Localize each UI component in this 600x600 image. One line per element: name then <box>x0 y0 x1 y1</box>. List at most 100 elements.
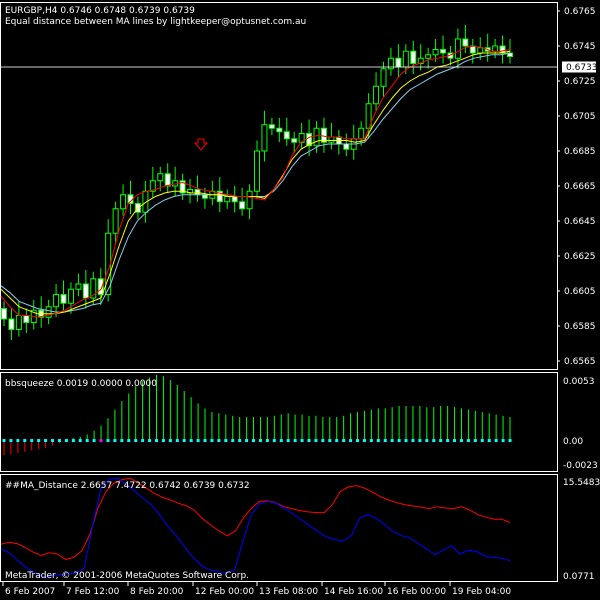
price-tick-label: 0.6705 <box>564 112 596 122</box>
candle-body <box>343 143 350 150</box>
ma-distance-blue-line <box>0 477 511 578</box>
squeeze-dot <box>2 439 6 443</box>
price-chart[interactable] <box>0 25 513 340</box>
squeeze-dot <box>342 439 346 443</box>
candle-body <box>261 124 268 152</box>
candle-body <box>373 85 380 105</box>
squeeze-dot <box>44 439 48 443</box>
bbsqueeze-axis-top: 0.0053 <box>563 377 595 387</box>
squeeze-dot <box>453 439 457 443</box>
candle-body <box>75 283 82 290</box>
time-axis: 6 Feb 2007 7 Feb 12:00 8 Feb 20:00 12 Feb 0… <box>2 582 511 597</box>
time-tick-label: 16 Feb 00:00 <box>387 587 446 597</box>
squeeze-dot <box>57 439 61 443</box>
candle-body <box>276 127 283 133</box>
squeeze-dot <box>217 439 221 443</box>
squeeze-dot <box>182 439 186 443</box>
squeeze-dot <box>252 439 256 443</box>
current-price-label: 0.6733 <box>566 63 598 73</box>
squeeze-dot <box>279 439 283 443</box>
squeeze-dot <box>245 439 249 443</box>
squeeze-dot <box>258 439 262 443</box>
squeeze-dot <box>307 439 311 443</box>
squeeze-dot <box>30 439 34 443</box>
time-tick-label: 8 Feb 20:00 <box>130 587 184 597</box>
squeeze-dot <box>113 439 117 443</box>
candle-body <box>246 190 253 210</box>
squeeze-dot <box>425 439 429 443</box>
squeeze-dot <box>203 439 207 443</box>
candle-body <box>283 131 290 140</box>
candle-body <box>380 68 387 87</box>
squeeze-dot <box>494 439 498 443</box>
squeeze-dot <box>383 439 387 443</box>
symbol-line: EURGBP,H4 0.6746 0.6748 0.6739 0.6739 <box>5 6 195 16</box>
time-tick-label: 7 Feb 12:00 <box>66 587 120 597</box>
candle-body <box>60 294 67 304</box>
squeeze-dot <box>71 439 75 443</box>
squeeze-dot <box>85 439 89 443</box>
candle-body <box>328 136 335 143</box>
squeeze-dot <box>51 439 55 443</box>
ma-distance-axis-bottom: 0.0771 <box>563 572 595 582</box>
time-tick-label: 13 Feb 08:00 <box>259 587 318 597</box>
squeeze-dot <box>286 439 290 443</box>
price-tick-label: 0.6645 <box>564 217 596 227</box>
squeeze-dot <box>161 439 165 443</box>
candle-body <box>313 127 320 147</box>
squeeze-dot <box>196 439 200 443</box>
squeeze-dot <box>127 439 131 443</box>
candle-body <box>67 288 74 304</box>
price-tick-label: 0.6605 <box>564 287 596 297</box>
candle-body <box>291 138 298 143</box>
squeeze-dot <box>265 439 269 443</box>
candle-body <box>462 38 469 47</box>
squeeze-dot <box>501 439 505 443</box>
candle-body <box>358 127 365 140</box>
candle-body <box>224 196 231 203</box>
price-tick-label: 0.6665 <box>564 182 596 192</box>
squeeze-dot <box>411 439 415 443</box>
candle-body <box>194 189 201 196</box>
squeeze-dot <box>397 439 401 443</box>
time-tick-label: 6 Feb 2007 <box>5 587 55 597</box>
squeeze-dot <box>473 439 477 443</box>
bbsqueeze-label: bbsqueeze 0.0019 0.0000 0.0000 <box>5 379 157 389</box>
squeeze-dot <box>356 439 360 443</box>
price-tick-label: 0.6585 <box>564 322 596 332</box>
squeeze-dot <box>293 439 297 443</box>
candle-body <box>1 308 7 320</box>
squeeze-dot <box>37 439 41 443</box>
squeeze-dot <box>189 439 193 443</box>
price-axis: 0.6765 0.6745 0.6725 0.6705 0.6685 0.6665 0.66… <box>557 7 596 367</box>
squeeze-dot <box>328 439 332 443</box>
candle-body <box>440 49 447 54</box>
squeeze-dot <box>99 439 103 443</box>
squeeze-dot <box>141 439 145 443</box>
chart-canvas: EURGBP,H4 0.6746 0.6748 0.6739 0.6739 Eq… <box>0 2 600 597</box>
squeeze-dot <box>459 439 463 443</box>
squeeze-dot <box>92 439 96 443</box>
indicator-line: Equal distance between MA lines by light… <box>5 17 306 27</box>
squeeze-dot <box>210 439 214 443</box>
candle-body <box>23 315 30 323</box>
squeeze-dot <box>349 439 353 443</box>
squeeze-dot <box>23 439 27 443</box>
candle-body <box>425 54 432 59</box>
squeeze-dot <box>404 439 408 443</box>
price-tick-label: 0.6565 <box>564 357 596 367</box>
price-tick-label: 0.6765 <box>564 7 596 17</box>
time-tick-label: 14 Feb 16:00 <box>324 587 383 597</box>
squeeze-dot <box>335 439 339 443</box>
ma-distance-lines[interactable] <box>0 477 511 578</box>
candle-body <box>395 57 402 68</box>
main-panel-frame <box>0 2 558 370</box>
candle-body <box>120 194 127 210</box>
bbsqueeze-axis-bottom: -0.0023 <box>563 461 598 471</box>
candle-body <box>454 38 461 59</box>
squeeze-dot <box>300 439 304 443</box>
squeeze-dot <box>390 439 394 443</box>
squeeze-dot <box>148 439 152 443</box>
squeeze-dot <box>78 439 82 443</box>
squeeze-dot <box>224 439 228 443</box>
